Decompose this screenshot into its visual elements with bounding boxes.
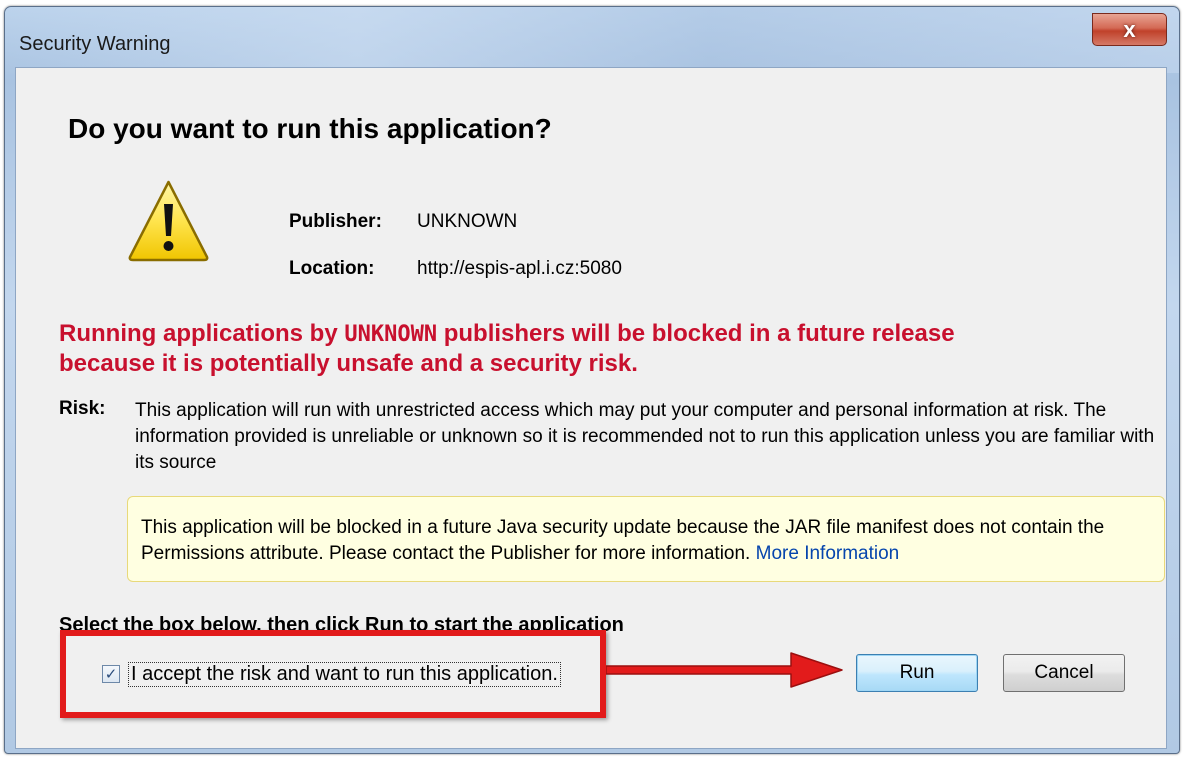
publisher-value: UNKNOWN — [417, 211, 518, 232]
close-button[interactable]: x — [1092, 13, 1167, 46]
dialog-heading: Do you want to run this application? — [68, 113, 552, 144]
security-warning-window: Security Warning x Do you want to run th… — [4, 6, 1180, 754]
window-title: Security Warning — [19, 33, 171, 55]
warning-line1-publisher: UNKNOWN — [344, 322, 438, 347]
location-value: http://espis-apl.i.cz:5080 — [417, 258, 622, 279]
run-button[interactable]: Run — [856, 654, 978, 692]
title-bar[interactable]: Security Warning x — [5, 7, 1179, 73]
blocking-warning-text: Running applications by UNKNOWN publishe… — [59, 319, 1119, 378]
info-text: This application will be blocked in a fu… — [141, 517, 1105, 564]
publisher-label: Publisher: — [289, 211, 382, 232]
warning-line1-post: publishers will be blocked in a future r… — [437, 320, 955, 347]
risk-text: This application will run with unrestric… — [135, 400, 1155, 473]
arrow-right-icon — [606, 652, 843, 688]
info-box: This application will be blocked in a fu… — [127, 496, 1165, 582]
dialog-content: Do you want to run this application? Pub… — [15, 67, 1167, 749]
warning-line2: because it is potentially unsafe and a s… — [59, 350, 638, 377]
annotation-highlight-box — [60, 630, 606, 718]
warning-triangle-icon — [128, 180, 209, 262]
location-label: Location: — [289, 258, 375, 279]
more-information-link[interactable]: More Information — [756, 543, 900, 564]
close-icon: x — [1123, 16, 1136, 42]
warning-line1-pre: Running applications by — [59, 320, 345, 347]
risk-label: Risk: — [59, 398, 106, 419]
cancel-button[interactable]: Cancel — [1003, 654, 1125, 692]
